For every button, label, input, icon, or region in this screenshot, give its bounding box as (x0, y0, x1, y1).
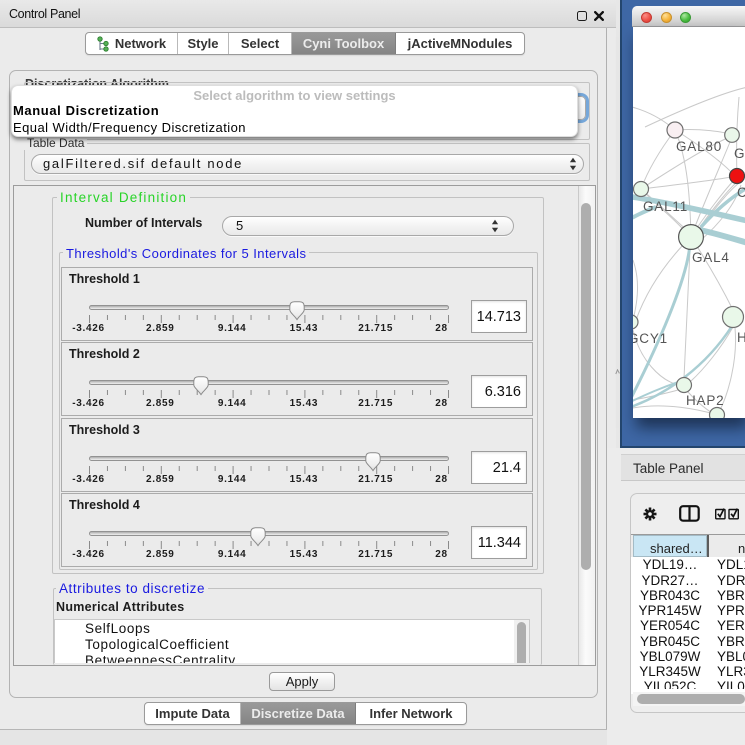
svg-text:C: C (737, 185, 745, 200)
svg-text:GAL80: GAL80 (676, 139, 722, 154)
svg-text:GAL4: GAL4 (692, 250, 730, 265)
svg-text:GAL11: GAL11 (643, 199, 688, 214)
svg-text:GA: GA (734, 146, 745, 161)
svg-text:H: H (737, 330, 745, 345)
svg-text:HAP2: HAP2 (686, 393, 724, 408)
svg-text:GCY1: GCY1 (633, 331, 668, 346)
